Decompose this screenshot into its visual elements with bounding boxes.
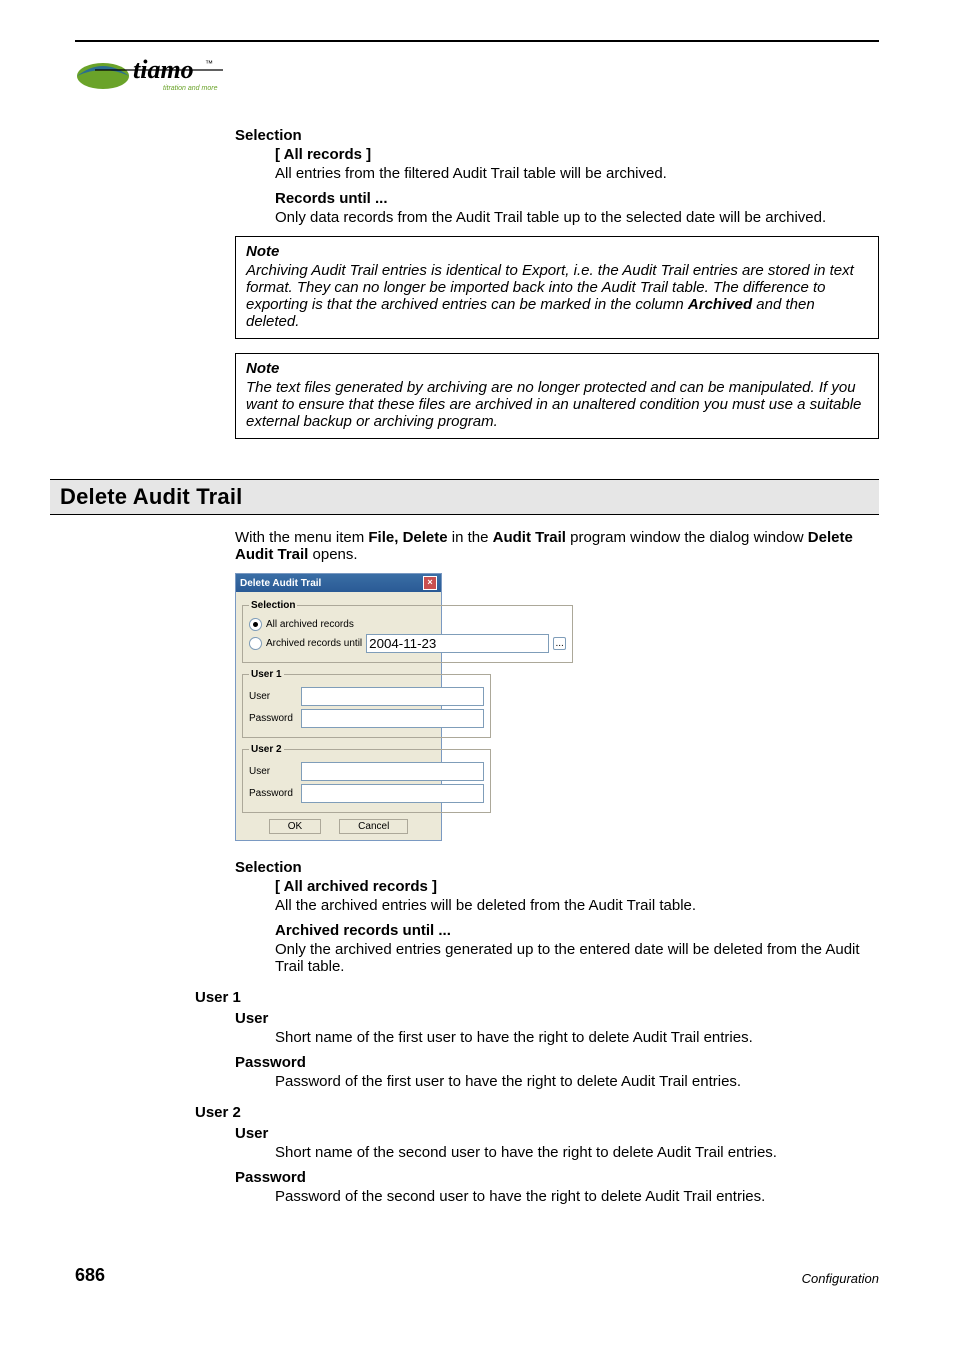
note-title: Note xyxy=(246,243,868,260)
radio-archived-until-label[interactable]: Archived records until xyxy=(266,638,362,649)
intro-paragraph: With the menu item File, Delete in the A… xyxy=(235,529,879,563)
fieldset-user1: User 1 User Password xyxy=(242,669,491,738)
note-box-1: Note Archiving Audit Trail entries is id… xyxy=(235,236,879,339)
legend-user1: User 1 xyxy=(249,669,284,680)
opt-records-until-desc: Only data records from the Audit Trail t… xyxy=(275,209,879,226)
user1-pwd-term: Password xyxy=(235,1054,879,1071)
intro-d: Audit Trail xyxy=(493,529,566,546)
user1-user-desc: Short name of the first user to have the… xyxy=(275,1029,879,1046)
opt-records-until-title: Records until ... xyxy=(275,190,879,207)
footer-section: Configuration xyxy=(802,1271,879,1286)
date-picker-button[interactable]: ... xyxy=(553,637,566,650)
user1-user-input[interactable] xyxy=(301,687,484,706)
legend-selection: Selection xyxy=(249,600,297,611)
note-body: Archiving Audit Trail entries is identic… xyxy=(246,262,868,330)
date-field[interactable] xyxy=(366,634,549,653)
fieldset-selection: Selection All archived records Archived … xyxy=(242,600,573,663)
intro-c: in the xyxy=(448,529,493,546)
opt-all-archived-title: [ All archived records ] xyxy=(275,878,879,895)
legend-user2: User 2 xyxy=(249,744,284,755)
opt-all-records-desc: All entries from the filtered Audit Trai… xyxy=(275,165,879,182)
fieldset-user2: User 2 User Password xyxy=(242,744,491,813)
delete-audit-trail-dialog: Delete Audit Trail × Selection All archi… xyxy=(235,573,442,841)
user2-password-label: Password xyxy=(249,788,297,799)
logo: tiamo ™ titration and more xyxy=(75,50,879,102)
intro-e: program window the dialog window xyxy=(566,529,808,546)
dialog-title-text: Delete Audit Trail xyxy=(240,578,321,589)
user2-user-input[interactable] xyxy=(301,762,484,781)
note1-archived-word: Archived xyxy=(688,296,752,313)
user1-pwd-desc: Password of the first user to have the r… xyxy=(275,1073,879,1090)
svg-text:titration and more: titration and more xyxy=(163,85,218,92)
user1-heading: User 1 xyxy=(195,989,879,1006)
section-heading-bar: Delete Audit Trail xyxy=(50,479,879,515)
radio-archived-until[interactable] xyxy=(249,637,262,650)
user1-password-label: Password xyxy=(249,713,297,724)
user1-user-term: User xyxy=(235,1010,879,1027)
opt-all-records-title: [ All records ] xyxy=(275,146,879,163)
user2-user-label: User xyxy=(249,766,297,777)
svg-text:tiamo: tiamo xyxy=(133,55,194,84)
svg-text:™: ™ xyxy=(205,59,213,68)
close-icon[interactable]: × xyxy=(423,576,437,590)
radio-all-archived-label[interactable]: All archived records xyxy=(266,619,354,630)
user2-user-desc: Short name of the second user to have th… xyxy=(275,1144,879,1161)
cancel-button[interactable]: Cancel xyxy=(339,819,408,834)
opt-archived-until-title: Archived records until ... xyxy=(275,922,879,939)
user2-heading: User 2 xyxy=(195,1104,879,1121)
note-box-2: Note The text files generated by archivi… xyxy=(235,353,879,439)
selection-heading: Selection xyxy=(235,127,879,144)
note-title: Note xyxy=(246,360,868,377)
user1-user-label: User xyxy=(249,691,297,702)
opt-archived-until-desc: Only the archived entries generated up t… xyxy=(275,941,879,975)
user2-pwd-term: Password xyxy=(235,1169,879,1186)
intro-a: With the menu item xyxy=(235,529,368,546)
user1-password-input[interactable] xyxy=(301,709,484,728)
intro-g: opens. xyxy=(308,546,357,563)
radio-all-archived[interactable] xyxy=(249,618,262,631)
dialog-titlebar: Delete Audit Trail × xyxy=(236,574,441,592)
top-rule xyxy=(75,40,879,42)
selection2-heading: Selection xyxy=(235,859,879,876)
intro-b: File, Delete xyxy=(368,529,447,546)
note-body: The text files generated by archiving ar… xyxy=(246,379,868,430)
page-number: 686 xyxy=(75,1265,105,1286)
section-title: Delete Audit Trail xyxy=(60,484,869,510)
user2-user-term: User xyxy=(235,1125,879,1142)
ok-button[interactable]: OK xyxy=(269,819,321,834)
user2-password-input[interactable] xyxy=(301,784,484,803)
opt-all-archived-desc: All the archived entries will be deleted… xyxy=(275,897,879,914)
user2-pwd-desc: Password of the second user to have the … xyxy=(275,1188,879,1205)
